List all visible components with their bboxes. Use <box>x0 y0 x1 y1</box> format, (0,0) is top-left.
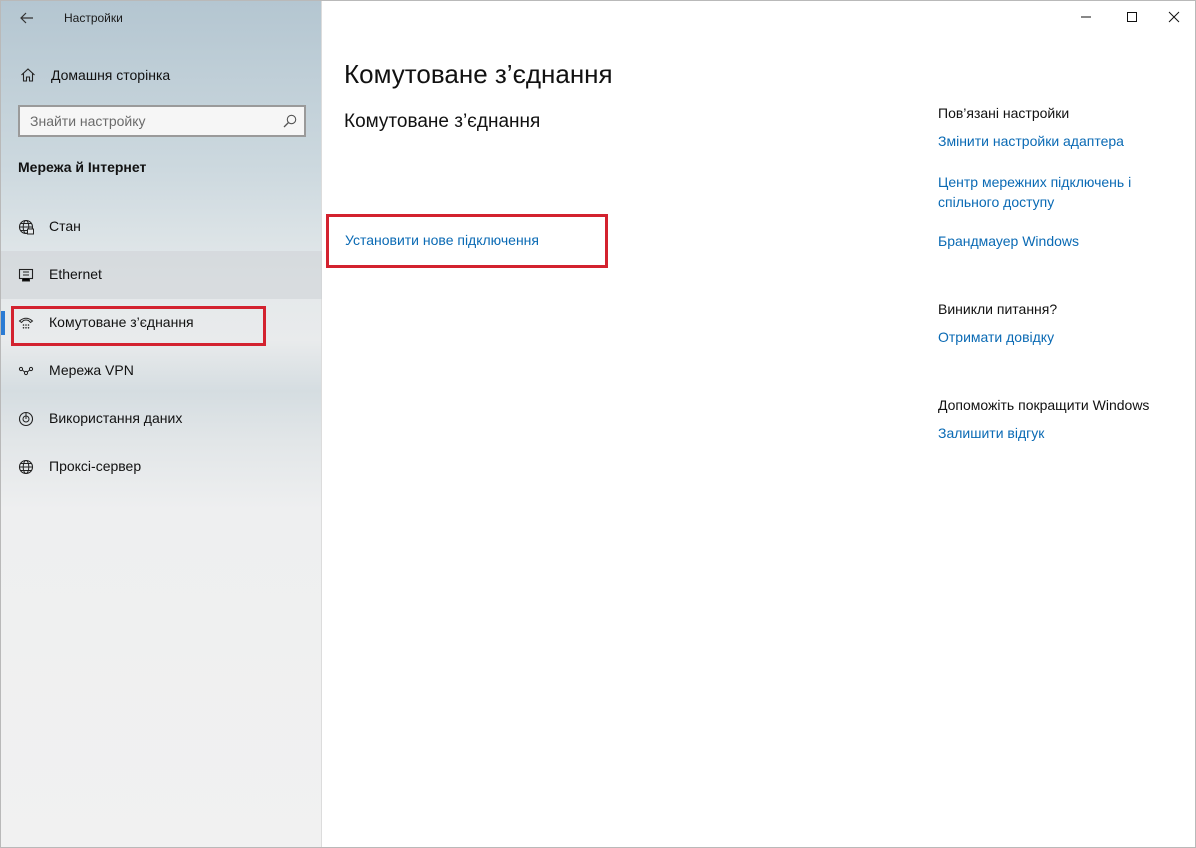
dialup-phone-icon <box>18 317 34 329</box>
feedback-heading: Допоможіть покращити Windows <box>938 397 1150 413</box>
sidebar-item-label: Використання даних <box>49 410 183 426</box>
home-icon <box>21 68 35 82</box>
settings-window: Настройки Домашня сторінка Мережа й Інте… <box>0 0 1196 848</box>
related-settings-heading: Пов’язані настройки <box>938 105 1070 121</box>
sidebar-item-label: Стан <box>49 218 81 234</box>
sidebar-item-dialup[interactable]: Комутоване з’єднання <box>1 299 322 347</box>
globe-status-icon <box>18 219 34 235</box>
sidebar-home[interactable]: Домашня сторінка <box>1 59 322 91</box>
windows-firewall-link[interactable]: Брандмауер Windows <box>938 231 1079 251</box>
app-title: Настройки <box>64 11 123 25</box>
main-content: Комутоване з’єднання Комутоване з’єднанн… <box>323 1 1195 847</box>
section-subheading: Комутоване з’єднання <box>344 111 541 132</box>
maximize-icon <box>1127 12 1137 22</box>
close-button[interactable] <box>1151 1 1195 33</box>
maximize-button[interactable] <box>1109 1 1155 33</box>
search-input[interactable] <box>20 107 278 135</box>
sidebar-item-label: Мережа VPN <box>49 362 134 378</box>
vpn-icon <box>18 366 34 376</box>
sidebar-item-vpn[interactable]: Мережа VPN <box>1 347 322 395</box>
give-feedback-link[interactable]: Залишити відгук <box>938 423 1044 443</box>
sidebar-item-data-usage[interactable]: Використання даних <box>1 395 322 443</box>
setup-new-connection-link[interactable]: Установити нове підключення <box>345 232 539 248</box>
sidebar-item-status[interactable]: Стан <box>1 203 322 251</box>
back-arrow-icon <box>20 12 33 24</box>
back-button[interactable] <box>9 3 45 33</box>
data-usage-icon <box>18 411 34 427</box>
sidebar: Настройки Домашня сторінка Мережа й Інте… <box>1 1 322 847</box>
close-icon <box>1168 11 1180 23</box>
selection-indicator <box>1 311 5 335</box>
sidebar-item-ethernet[interactable]: Ethernet <box>1 251 322 299</box>
change-adapter-settings-link[interactable]: Змінити настройки адаптера <box>938 131 1124 151</box>
sidebar-item-label: Проксі-сервер <box>49 458 142 474</box>
minimize-button[interactable] <box>1063 1 1109 33</box>
sidebar-item-proxy[interactable]: Проксі-сервер <box>1 443 322 491</box>
sidebar-item-label: Ethernet <box>49 266 102 282</box>
minimize-icon <box>1081 16 1091 18</box>
questions-heading: Виникли питання? <box>938 301 1058 317</box>
sidebar-nav: Стан Ethernet Комутоване з’єднання Мереж… <box>1 203 322 491</box>
get-help-link[interactable]: Отримати довідку <box>938 327 1054 347</box>
sidebar-item-label: Комутоване з’єднання <box>49 314 194 330</box>
home-label: Домашня сторінка <box>51 67 171 83</box>
page-title: Комутоване з’єднання <box>344 59 613 89</box>
globe-icon <box>18 459 34 475</box>
search-icon[interactable] <box>282 113 298 129</box>
network-sharing-center-link[interactable]: Центр мережних підключень і спільного до… <box>938 172 1163 212</box>
section-heading: Мережа й Інтернет <box>18 159 147 175</box>
search-box <box>18 105 306 137</box>
ethernet-icon <box>18 268 34 282</box>
